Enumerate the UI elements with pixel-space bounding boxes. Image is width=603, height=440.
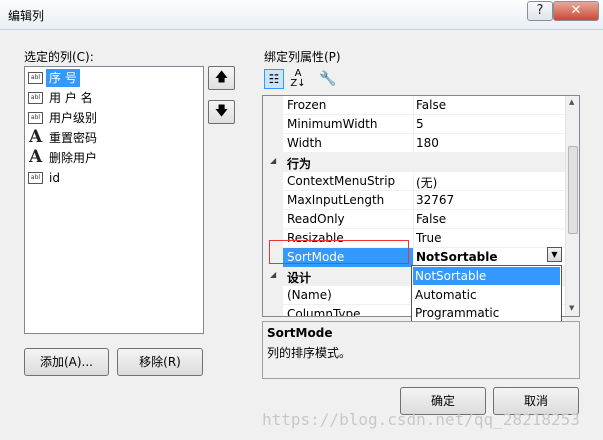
description-title: SortMode: [267, 326, 333, 340]
chevron-down-icon: ▼: [551, 250, 558, 259]
title-bar: [0, 0, 603, 30]
wrench-icon: 🔧: [319, 71, 337, 87]
bound-column-properties-label: 绑定列属性(P): [264, 50, 341, 64]
list-item[interactable]: abl 序 号: [28, 68, 198, 88]
property-row[interactable]: ContextMenuStrip (无): [283, 172, 565, 191]
scroll-down-icon[interactable]: ▼: [569, 304, 574, 312]
selected-columns-list[interactable]: abl 序 号 abl 用 户 名 abl 用户级别 A 重置密码 A 删除用户…: [24, 66, 204, 334]
list-item[interactable]: A 重置密码: [28, 127, 198, 148]
list-item[interactable]: abl 用户级别: [28, 108, 198, 128]
help-button[interactable]: ?: [527, 1, 553, 21]
property-pages-button[interactable]: 🔧: [318, 69, 338, 89]
sortmode-value[interactable]: NotSortable: [416, 250, 498, 264]
link-column-icon: A: [29, 147, 43, 167]
watermark: https://blog.csdn.net/qq_28218253: [262, 410, 580, 429]
sortmode-dropdown-list[interactable]: NotSortable Automatic Programmatic: [411, 265, 562, 327]
textbox-column-icon: abl: [28, 172, 43, 184]
list-item[interactable]: abl id: [28, 168, 198, 188]
selected-columns-label: 选定的列(C):: [24, 50, 94, 64]
move-up-button[interactable]: 🡅: [208, 66, 235, 90]
textbox-column-icon: abl: [28, 92, 43, 104]
arrow-up-icon: 🡅: [214, 70, 229, 85]
dropdown-option[interactable]: NotSortable: [413, 267, 560, 285]
categorized-view-button[interactable]: ☷: [264, 69, 284, 89]
description-pane: SortMode 列的排序模式。: [262, 321, 580, 379]
collapse-triangle-icon[interactable]: ◢: [270, 156, 276, 165]
property-row[interactable]: MinimumWidth 5: [283, 115, 565, 134]
highlight-annotation: [269, 240, 409, 264]
list-item[interactable]: A 删除用户: [28, 147, 198, 168]
textbox-column-icon: abl: [28, 72, 43, 84]
remove-button[interactable]: 移除(R): [117, 348, 203, 376]
scrollbar-thumb[interactable]: [568, 146, 578, 234]
property-row[interactable]: ReadOnly False: [283, 210, 565, 229]
move-down-button[interactable]: 🡇: [208, 100, 235, 124]
category-behavior[interactable]: ◢ 行为: [263, 153, 565, 172]
arrow-down-icon: 🡇: [214, 104, 229, 119]
link-column-icon: A: [29, 127, 43, 147]
property-row[interactable]: Width 180: [283, 134, 565, 153]
scroll-up-icon[interactable]: ▲: [569, 98, 574, 106]
list-item[interactable]: abl 用 户 名: [28, 88, 198, 108]
categorized-icon: ☷: [268, 72, 280, 86]
property-row[interactable]: Frozen False: [283, 96, 565, 115]
dropdown-option[interactable]: Automatic: [413, 286, 560, 304]
window-title: 编辑列: [8, 9, 45, 23]
sort-az-icon: A Z↓: [290, 68, 306, 89]
vertical-scrollbar[interactable]: ▲ ▼: [565, 96, 579, 316]
dropdown-option[interactable]: Programmatic: [413, 304, 560, 322]
sortmode-dropdown-button[interactable]: ▼: [547, 247, 562, 262]
collapse-triangle-icon[interactable]: ◢: [270, 270, 276, 279]
alphabetical-view-button[interactable]: A Z↓: [288, 69, 308, 89]
close-button[interactable]: ✕: [553, 1, 599, 21]
textbox-column-icon: abl: [28, 112, 43, 124]
property-row[interactable]: MaxInputLength 32767: [283, 191, 565, 210]
add-button[interactable]: 添加(A)...: [24, 348, 109, 376]
description-text: 列的排序模式。: [267, 346, 352, 360]
